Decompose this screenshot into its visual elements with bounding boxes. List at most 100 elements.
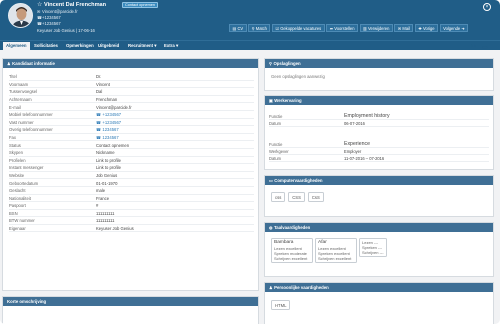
language-level: Schrijven excellent	[274, 256, 308, 261]
briefcase-icon: ▣	[269, 98, 273, 103]
candidate-info-panel: ♟ Kandidaat informatie Titel Dr. Voornaam Vi…	[2, 58, 259, 291]
file-icon: ▤	[232, 25, 237, 31]
next-icon: ➜	[461, 25, 465, 31]
user-skill-icon: ♟	[269, 285, 273, 290]
info-value: Vincent@parcide.fr	[96, 104, 132, 110]
info-row: Profielen Link to profile	[9, 157, 254, 165]
info-label: Vast nummer	[9, 119, 34, 125]
info-phone-link[interactable]: ☎ +1234567	[96, 112, 121, 117]
info-phone-link[interactable]: ☎ 1234567	[96, 135, 119, 140]
mail-icon: ✉	[397, 25, 402, 31]
cv-button[interactable]: ▤ CV	[229, 24, 247, 32]
info-label: Titel	[9, 74, 17, 80]
info-label: BSN	[9, 210, 18, 216]
tab-general[interactable]: Algemeen	[3, 42, 30, 51]
next-button[interactable]: Volgende ➜	[439, 24, 469, 32]
previous-button[interactable]: ✚ Vorige	[414, 24, 439, 32]
info-label: Profielen	[9, 157, 26, 163]
info-value: 111111111	[96, 210, 115, 216]
action-toolbar: ▤ CV ⚲ Match ☑ Gekoppelde vacatures ➦ Voorst…	[229, 24, 469, 32]
external-link-icon[interactable]: ⧉	[471, 43, 476, 51]
short-description-panel: Korte omschrijving	[2, 296, 259, 324]
language-card[interactable]: Lezen --- Spreken --- Schrijven ---	[359, 238, 387, 257]
tab-extended[interactable]: Uitgebreid	[95, 42, 122, 51]
panel-title: Werkervaring	[274, 98, 302, 103]
info-row: Website Job Genius	[9, 172, 254, 180]
info-phone-link[interactable]: ☎ 1234567	[96, 127, 119, 132]
language-level: Schrijven ---	[362, 250, 384, 255]
panel-header: ▭ Computervaardigheden	[265, 176, 493, 185]
computer-skills-panel: ▭ Computervaardigheden css CSS CsS	[264, 175, 494, 217]
info-label: Geslacht	[9, 188, 26, 194]
info-value: 01-01-1970	[96, 180, 118, 186]
empty-attachments-text: Geen opslaglingen aanwezig	[271, 74, 325, 79]
info-label: Achternaam	[9, 96, 32, 102]
panel-header: ◍ Taalvaardigheden	[265, 223, 493, 232]
info-label: Mobiel telefoonnummer	[9, 112, 53, 118]
mail-button-label: Mail	[402, 25, 410, 31]
work-label: Werkgever	[269, 149, 289, 154]
info-value: Dal	[96, 89, 103, 95]
work-experience-panel: ▣ Werkervaring Functie Employment history …	[264, 95, 494, 170]
propose-button[interactable]: ➦ Voorstellen	[326, 24, 358, 32]
info-row: Geslacht male	[9, 187, 254, 195]
info-row: Instant messenger Link to profile	[9, 164, 254, 172]
close-icon[interactable]: ×	[483, 3, 491, 11]
info-row: Fax ☎ 1234567	[9, 134, 254, 142]
globe-icon: ◍	[269, 225, 273, 230]
folder-icon[interactable]: ▭	[482, 43, 488, 51]
info-label: Website	[9, 172, 25, 178]
work-entry: Functie Employment history Datum 06-07-201…	[269, 113, 489, 127]
match-button[interactable]: ⚲ Match	[248, 24, 271, 32]
candidate-window: ☆ Vincent Dal Frenchman Contact opnemen …	[0, 0, 500, 324]
attachments-panel: ⚲ Opslaglingen Geen opslaglingen aanwezig	[264, 58, 494, 91]
skill-tag[interactable]: css	[271, 192, 286, 202]
search-icon: ⚲	[251, 25, 255, 31]
info-phone-link[interactable]: ☎ +1234567	[96, 120, 121, 125]
linked-vacancies-button[interactable]: ☑ Gekoppelde vacatures	[271, 24, 325, 32]
tab-notes[interactable]: Opmerkingen	[63, 42, 97, 51]
panel-title: Persoonlijke vaardigheden	[274, 285, 329, 290]
work-label: Functie	[269, 142, 283, 147]
propose-button-label: Voorstellen	[334, 25, 355, 31]
skill-tag[interactable]: CsS	[307, 192, 324, 202]
language-card[interactable]: Afar Lezen excellent Spreken excellent S…	[315, 238, 357, 263]
panel-title: Korte omschrijving	[7, 299, 47, 304]
info-row: Titel Dr.	[9, 73, 254, 81]
linked-vacancies-label: Gekoppelde vacatures	[280, 25, 322, 31]
mail-button[interactable]: ✉ Mail	[394, 24, 414, 32]
info-row: BSN 111111111	[9, 210, 254, 218]
header-phone-2[interactable]: ☎+1234567	[37, 21, 61, 26]
avatar	[8, 3, 33, 28]
person-photo-icon	[9, 4, 32, 27]
info-label: Geboortedatum	[9, 180, 39, 186]
skill-tag[interactable]: HTML	[271, 300, 291, 310]
info-label: Voornaam	[9, 81, 29, 87]
panel-header: ♟ Persoonlijke vaardigheden	[265, 283, 493, 292]
work-value: 06-07-2016	[344, 121, 365, 126]
header-phone-1-text: +1234567	[42, 15, 61, 20]
info-label: Overig telefoonnummer	[9, 127, 53, 133]
info-row: Skypen Nickname	[9, 149, 254, 157]
header-email[interactable]: ✉Vincent@parcide.fr	[37, 9, 78, 14]
info-label: Status	[9, 142, 21, 148]
tab-recruitment[interactable]: Recruitment ▾	[125, 42, 159, 51]
info-row: BTW nummer 111111111	[9, 217, 254, 225]
info-label: Nationaliteit	[9, 195, 31, 201]
skill-tag[interactable]: CSS	[288, 192, 305, 202]
tab-extra[interactable]: Extra ▾	[161, 42, 181, 51]
tab-applications[interactable]: Sollicitaties	[31, 42, 61, 51]
info-value: Vincent	[96, 81, 110, 87]
status-badge: Contact opnemen	[122, 2, 158, 8]
work-value: Employer	[344, 149, 362, 154]
panel-title: Opslaglingen	[273, 61, 301, 66]
header-phone-1[interactable]: ☎+1234567	[37, 15, 61, 20]
panel-header: Korte omschrijving	[3, 297, 258, 306]
info-row: Nationaliteit France	[9, 195, 254, 203]
delete-button[interactable]: ▥ Verwijderen	[359, 24, 393, 32]
work-row: Datum 06-07-2016	[269, 120, 489, 127]
favorite-star-icon[interactable]: ☆	[37, 2, 42, 8]
language-card[interactable]: Bambara Lezen excellent Spreken moderate…	[271, 238, 313, 263]
work-value: 11-07-2016 – 07-2016	[344, 156, 385, 161]
info-row: Mobiel telefoonnummer ☎ +1234567	[9, 111, 254, 119]
